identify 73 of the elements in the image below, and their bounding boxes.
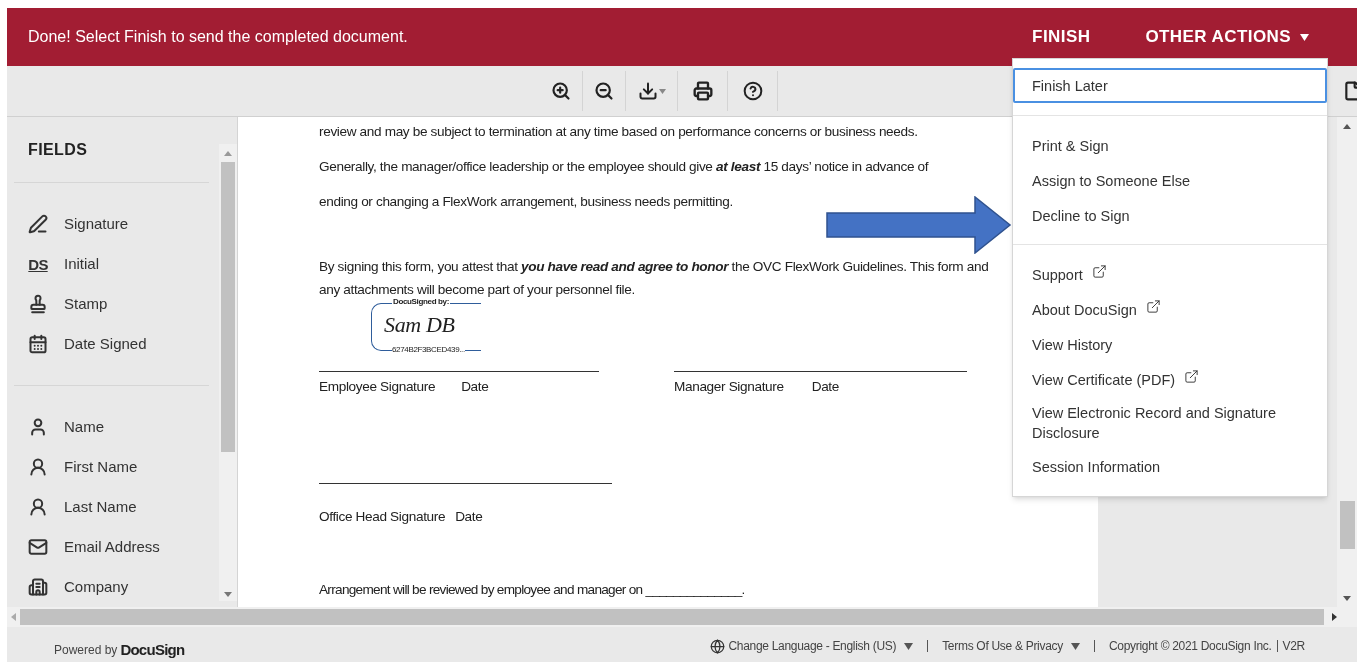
signature-label: Date: [461, 378, 489, 396]
signature-label: Date: [811, 378, 839, 396]
version-text: V2R: [1282, 638, 1305, 655]
stamp-icon: [28, 294, 48, 314]
document-text-line: ending or changing a FlexWork arrangement, business needs permitting.: [319, 193, 733, 211]
envelope-icon: [28, 537, 48, 557]
scroll-thumb[interactable]: [221, 162, 235, 452]
field-item[interactable]: Stamp: [14, 284, 209, 324]
signature-label: Employee Signature: [319, 378, 436, 396]
scroll-thumb[interactable]: [20, 609, 1324, 625]
external-link-icon: [1145, 299, 1161, 314]
caret-icon: [658, 88, 666, 94]
zoom-in-icon[interactable]: [551, 81, 571, 101]
document-paragraph: By signing this form, you attest that you have read and agree to honor the OVC FlexWork Guidelines. This form and any attachments will become part of your personnel file.: [319, 258, 990, 299]
menu-item[interactable]: View Certificate (PDF): [1013, 362, 1327, 397]
menu-item[interactable]: About DocuSign: [1013, 292, 1327, 327]
printer-icon[interactable]: [692, 81, 713, 101]
other-actions-button[interactable]: OTHER ACTIONS: [1145, 24, 1309, 50]
scroll-right-icon[interactable]: [1332, 613, 1337, 621]
external-link-icon: [1184, 369, 1200, 384]
calendar-icon: [28, 334, 48, 354]
menu-item[interactable]: Session Information: [1013, 449, 1327, 484]
field-item[interactable]: Company: [14, 567, 209, 607]
menu-item[interactable]: Finish Later: [1013, 68, 1327, 103]
field-item[interactable]: DS Initial: [14, 244, 209, 284]
document-text-line: Generally, the manager/office leadership or the employee should give at least 15 days’ notice in advance of: [319, 158, 929, 176]
field-item[interactable]: Last Name: [14, 487, 209, 527]
person-icon: [28, 417, 48, 437]
menu-item[interactable]: View Electronic Record and Signature Disclosure: [1013, 397, 1327, 449]
field-item[interactable]: Signature: [14, 204, 209, 244]
caret-icon: [1070, 642, 1080, 650]
zoom-out-icon[interactable]: [594, 81, 614, 101]
fields-heading: FIELDS: [28, 139, 88, 160]
copyright-text: Copyright © 2021 DocuSign Inc.: [1108, 638, 1272, 655]
signature-label: Office Head Signature: [319, 508, 446, 527]
field-item[interactable]: First Name: [14, 447, 209, 487]
menu-item[interactable]: Print & Sign: [1013, 128, 1327, 163]
field-item[interactable]: Name: [14, 407, 209, 447]
horizontal-scrollbar[interactable]: [7, 607, 1357, 627]
menu-item[interactable]: View History: [1013, 327, 1327, 362]
download-icon[interactable]: [637, 81, 658, 101]
help-icon[interactable]: [742, 81, 763, 101]
caret-icon: [1300, 33, 1309, 41]
language-link[interactable]: Change Language - English (US): [728, 637, 914, 655]
person-icon: [28, 497, 48, 517]
caret-icon: [904, 642, 914, 650]
globe-icon: [710, 638, 726, 654]
docusign-logo: DocuSign: [120, 641, 185, 659]
document-icon[interactable]: [1343, 81, 1357, 101]
scroll-down-icon[interactable]: [224, 592, 232, 597]
signature-label: Manager Signature: [674, 378, 784, 396]
person-icon: [28, 457, 48, 477]
field-item[interactable]: Date Signed: [14, 324, 209, 364]
signature-label: Date: [455, 508, 483, 527]
document-text-line: review and may be subject to termination at any time based on performance concerns or business needs.: [319, 123, 918, 141]
vertical-scrollbar[interactable]: [1337, 117, 1357, 607]
menu-item[interactable]: Decline to Sign: [1013, 198, 1327, 233]
pen-icon: [28, 214, 48, 234]
field-item[interactable]: Email Address: [14, 527, 209, 567]
header-message: Done! Select Finish to send the completed document.: [28, 27, 408, 47]
powered-by-text: Powered by: [54, 642, 118, 659]
initials-icon: DS: [28, 256, 48, 272]
external-link-icon: [1091, 264, 1107, 279]
terms-link[interactable]: Terms Of Use & Privacy: [942, 637, 1080, 655]
menu-item[interactable]: Assign to Someone Else: [1013, 163, 1327, 198]
vertical-scrollbar[interactable]: [219, 144, 237, 601]
menu-item[interactable]: Support: [1013, 257, 1327, 292]
scroll-down-icon[interactable]: [1343, 596, 1351, 601]
scroll-thumb[interactable]: [1339, 501, 1355, 549]
document-text-line: Arrangement will be reviewed by employee and manager on ______________.: [319, 580, 745, 599]
building-icon: [28, 577, 48, 597]
scroll-up-icon[interactable]: [1343, 124, 1351, 129]
finish-button[interactable]: FINISH: [1032, 24, 1091, 50]
